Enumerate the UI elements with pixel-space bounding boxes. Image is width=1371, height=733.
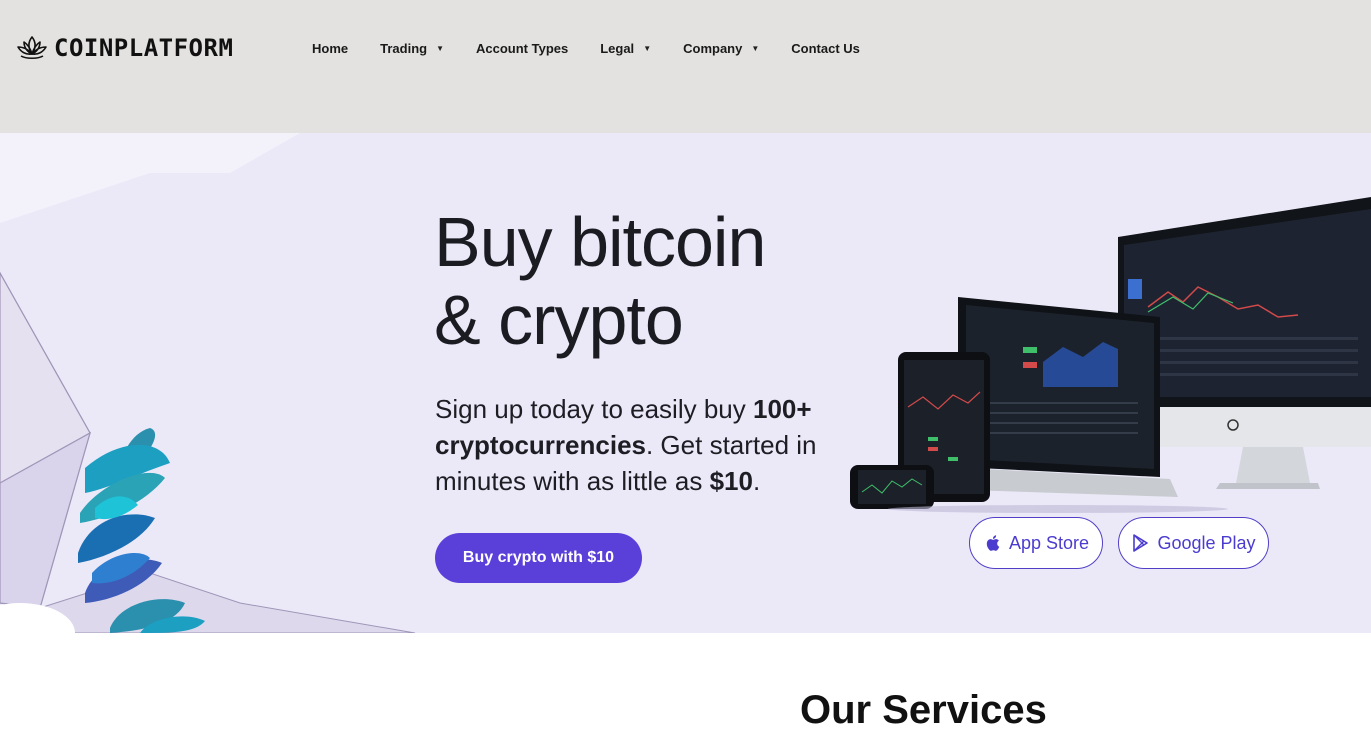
caret-down-icon: ▼ bbox=[436, 43, 444, 53]
nav-item-home[interactable]: Home bbox=[296, 38, 364, 58]
subtext-part: . bbox=[752, 466, 761, 496]
services-section: Our Services bbox=[0, 633, 1371, 732]
nav-item-contact-us[interactable]: Contact Us bbox=[775, 38, 876, 58]
nav-item-label: Company bbox=[683, 40, 743, 56]
nav-item-legal[interactable]: Legal ▼ bbox=[584, 38, 667, 58]
apple-icon bbox=[986, 535, 1000, 551]
brand-logo[interactable]: COINPLATFORM bbox=[16, 32, 233, 64]
nav-item-trading[interactable]: Trading ▼ bbox=[364, 38, 460, 58]
trading-devices-mockup bbox=[850, 197, 1371, 513]
nav-item-label: Legal bbox=[600, 40, 635, 56]
nav-item-account-types[interactable]: Account Types bbox=[460, 38, 584, 58]
lotus-icon bbox=[17, 36, 47, 60]
headline-line-2: & crypto bbox=[434, 281, 684, 359]
hero-section: Buy bitcoin & crypto Sign up today to ea… bbox=[0, 133, 1371, 633]
app-store-label: App Store bbox=[1008, 532, 1090, 553]
buy-crypto-button[interactable]: Buy crypto with $10 bbox=[435, 533, 642, 583]
hero-subtext: Sign up today to easily buy 100+ cryptoc… bbox=[435, 391, 855, 499]
nav-item-label: Home bbox=[312, 40, 349, 56]
crystal-leaves-illustration bbox=[0, 133, 416, 633]
section-title: Our Services bbox=[800, 688, 1047, 732]
nav-item-label: Trading bbox=[380, 40, 428, 56]
subtext-highlight: $10 bbox=[709, 466, 753, 496]
google-play-label: Google Play bbox=[1157, 532, 1256, 553]
subtext-part: Sign up today to easily buy bbox=[435, 394, 753, 424]
nav-item-label: Account Types bbox=[476, 40, 569, 56]
caret-down-icon: ▼ bbox=[643, 43, 652, 53]
caret-down-icon: ▼ bbox=[751, 43, 760, 53]
site-header: COINPLATFORM Home Trading ▼ Account Type… bbox=[0, 0, 1371, 133]
nav-item-label: Contact Us bbox=[791, 40, 860, 56]
google-play-icon bbox=[1133, 534, 1149, 552]
main-nav: Home Trading ▼ Account Types Legal ▼ Com… bbox=[296, 38, 876, 58]
app-store-button[interactable]: App Store bbox=[969, 517, 1103, 569]
google-play-button[interactable]: Google Play bbox=[1118, 517, 1269, 569]
headline-line-1: Buy bitcoin bbox=[434, 203, 766, 281]
brand-name: COINPLATFORM bbox=[54, 34, 234, 62]
hero-headline: Buy bitcoin & crypto bbox=[434, 203, 766, 359]
nav-item-company[interactable]: Company ▼ bbox=[667, 38, 775, 58]
